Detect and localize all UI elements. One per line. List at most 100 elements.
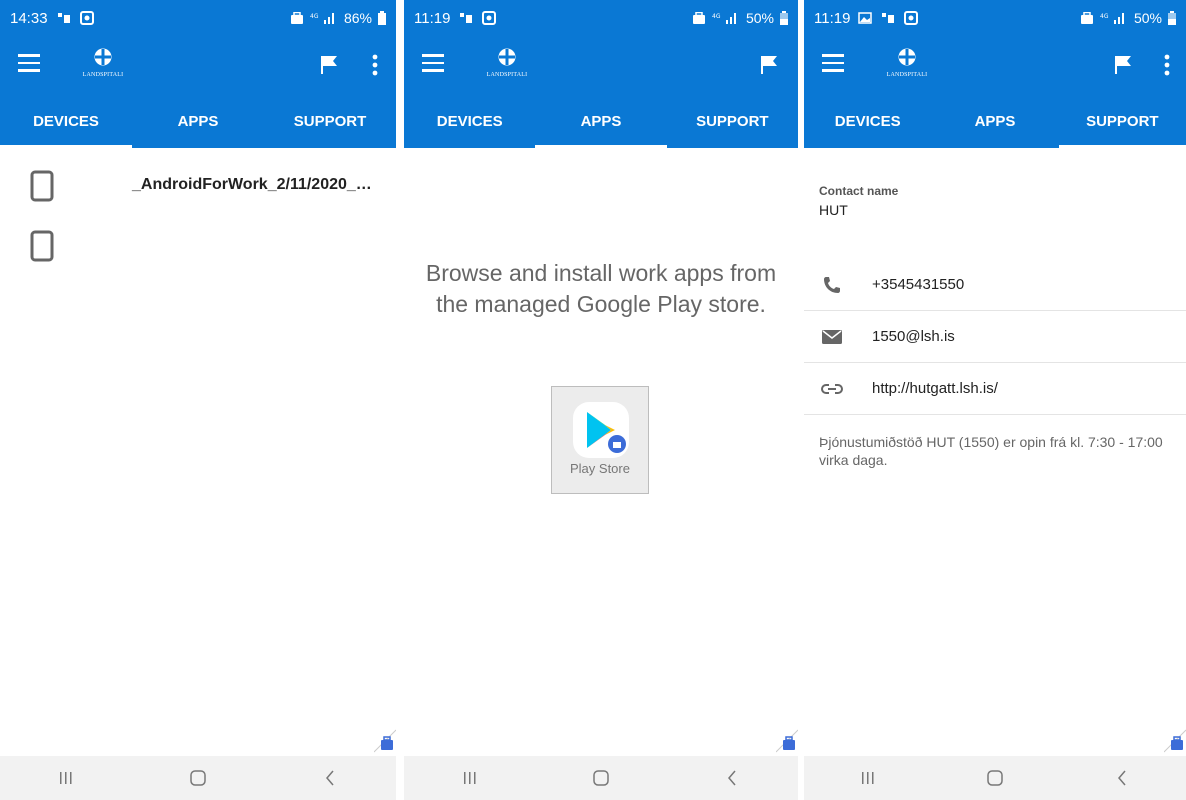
work-briefcase-icon	[290, 11, 303, 24]
email-row[interactable]: 1550@lsh.is	[804, 311, 1186, 363]
signal-icon: 4G	[1100, 13, 1124, 24]
play-store-icon	[573, 402, 629, 458]
play-store-label: Play Store	[570, 461, 630, 476]
home-button[interactable]	[581, 763, 621, 793]
battery-icon	[378, 11, 386, 25]
app-bar: LANDSPITALI	[804, 36, 1186, 94]
battery-percent: 50%	[745, 10, 774, 26]
home-icon	[987, 770, 1003, 786]
hamburger-menu-icon[interactable]	[422, 54, 444, 72]
back-button[interactable]	[310, 763, 350, 793]
home-icon	[190, 770, 206, 786]
back-button[interactable]	[712, 763, 752, 793]
status-time: 14:33	[10, 9, 48, 27]
landspitali-logo: LANDSPITALI	[80, 48, 126, 78]
tab-devices[interactable]: DEVICES	[404, 94, 535, 148]
status-bar: 11:19 4G 50%	[404, 0, 798, 36]
hamburger-menu-icon[interactable]	[822, 54, 844, 72]
website-row[interactable]: http://hutgatt.lsh.is/	[804, 363, 1186, 415]
flag-icon[interactable]	[320, 55, 338, 75]
system-nav-bar	[0, 756, 396, 800]
more-options-icon[interactable]	[372, 54, 378, 76]
apps-empty-message: Browse and install work apps from the ma…	[425, 260, 777, 317]
tab-devices[interactable]: DEVICES	[804, 94, 931, 148]
status-right: 4G 50%	[692, 10, 788, 26]
home-button[interactable]	[975, 763, 1015, 793]
logo-text: LANDSPITALI	[486, 72, 528, 78]
phone-row[interactable]: +3545431550	[804, 259, 1186, 311]
app-notification-icon	[79, 11, 94, 25]
tab-devices[interactable]: DEVICES	[0, 94, 132, 148]
tab-support[interactable]: SUPPORT	[1058, 94, 1186, 148]
service-hours-text: Þjónustumiðstöð HUT (1550) er opin frá k…	[819, 434, 1163, 468]
recents-icon	[463, 772, 476, 784]
more-options-icon[interactable]	[1164, 54, 1170, 76]
back-button[interactable]	[1102, 763, 1142, 793]
system-nav-bar	[404, 756, 798, 800]
svg-text:4G: 4G	[310, 13, 319, 20]
back-icon	[326, 770, 334, 786]
battery-percent: 86%	[343, 10, 372, 26]
email-address[interactable]: 1550@lsh.is	[872, 328, 955, 345]
device-list-item[interactable]	[30, 170, 54, 202]
website-url[interactable]: http://hutgatt.lsh.is/	[872, 380, 998, 397]
recents-button[interactable]	[848, 763, 888, 793]
home-icon	[593, 770, 609, 786]
tab-bar: DEVICES APPS SUPPORT	[804, 94, 1186, 148]
play-store-tile[interactable]: Play Store	[551, 386, 649, 494]
wifi-call-icon	[880, 11, 896, 25]
tab-apps[interactable]: APPS	[931, 94, 1058, 148]
screen-apps: 11:19 4G 50% LANDSPITALI DEVICES APPS SU…	[404, 0, 798, 800]
screen-support: 11:19 4G 50% LANDSPITALI DEVICES APPS SU…	[804, 0, 1186, 800]
svg-text:4G: 4G	[1100, 13, 1109, 20]
device-list-item[interactable]	[30, 230, 54, 262]
work-briefcase-icon	[1080, 11, 1093, 24]
logo-text: LANDSPITALI	[82, 72, 124, 78]
work-profile-badge-icon	[776, 729, 798, 753]
link-icon	[820, 379, 844, 399]
device-name[interactable]: _AndroidForWork_2/11/2020_…	[132, 176, 372, 194]
logo-text: LANDSPITALI	[886, 72, 928, 78]
wifi-call-icon	[458, 11, 474, 25]
tab-support[interactable]: SUPPORT	[264, 94, 396, 148]
status-bar: 14:33 4G 86%	[0, 0, 396, 36]
battery-icon	[1168, 11, 1176, 25]
tab-bar: DEVICES APPS SUPPORT	[404, 94, 798, 148]
work-briefcase-icon	[692, 11, 705, 24]
flag-icon[interactable]	[1114, 55, 1132, 75]
recents-icon	[60, 772, 72, 784]
landspitali-logo: LANDSPITALI	[884, 48, 930, 78]
landspitali-logo: LANDSPITALI	[484, 48, 530, 78]
phone-icon	[30, 170, 54, 202]
app-notification-icon	[482, 11, 497, 25]
screen-devices: 14:33 4G 86% LANDSPITALI DEVICES APPS SU…	[0, 0, 396, 800]
phone-number[interactable]: +3545431550	[872, 276, 964, 293]
app-bar: LANDSPITALI	[404, 36, 798, 94]
flag-icon[interactable]	[760, 55, 778, 75]
gallery-notification-icon	[858, 12, 873, 24]
recents-button[interactable]	[46, 763, 86, 793]
work-profile-badge-icon	[374, 729, 396, 753]
app-bar: LANDSPITALI	[0, 36, 396, 94]
hamburger-menu-icon[interactable]	[18, 54, 40, 72]
home-button[interactable]	[178, 763, 218, 793]
battery-icon	[780, 11, 788, 25]
signal-icon: 4G	[310, 13, 334, 24]
tab-apps[interactable]: APPS	[535, 94, 667, 148]
recents-button[interactable]	[450, 763, 490, 793]
tab-bar: DEVICES APPS SUPPORT	[0, 94, 396, 148]
tab-apps[interactable]: APPS	[132, 94, 264, 148]
contact-name-label: Contact name	[819, 184, 899, 198]
status-time: 11:19	[814, 9, 851, 27]
contact-name-value: HUT	[819, 202, 848, 218]
email-icon	[820, 327, 844, 347]
tab-support[interactable]: SUPPORT	[667, 94, 798, 148]
phone-icon	[30, 230, 54, 262]
app-notification-icon	[904, 11, 919, 25]
wifi-call-icon	[56, 11, 72, 25]
status-bar: 11:19 4G 50%	[804, 0, 1186, 36]
recents-icon	[861, 772, 874, 784]
status-right: 4G 50%	[1080, 10, 1176, 26]
back-icon	[728, 770, 736, 786]
phone-icon	[820, 275, 844, 295]
